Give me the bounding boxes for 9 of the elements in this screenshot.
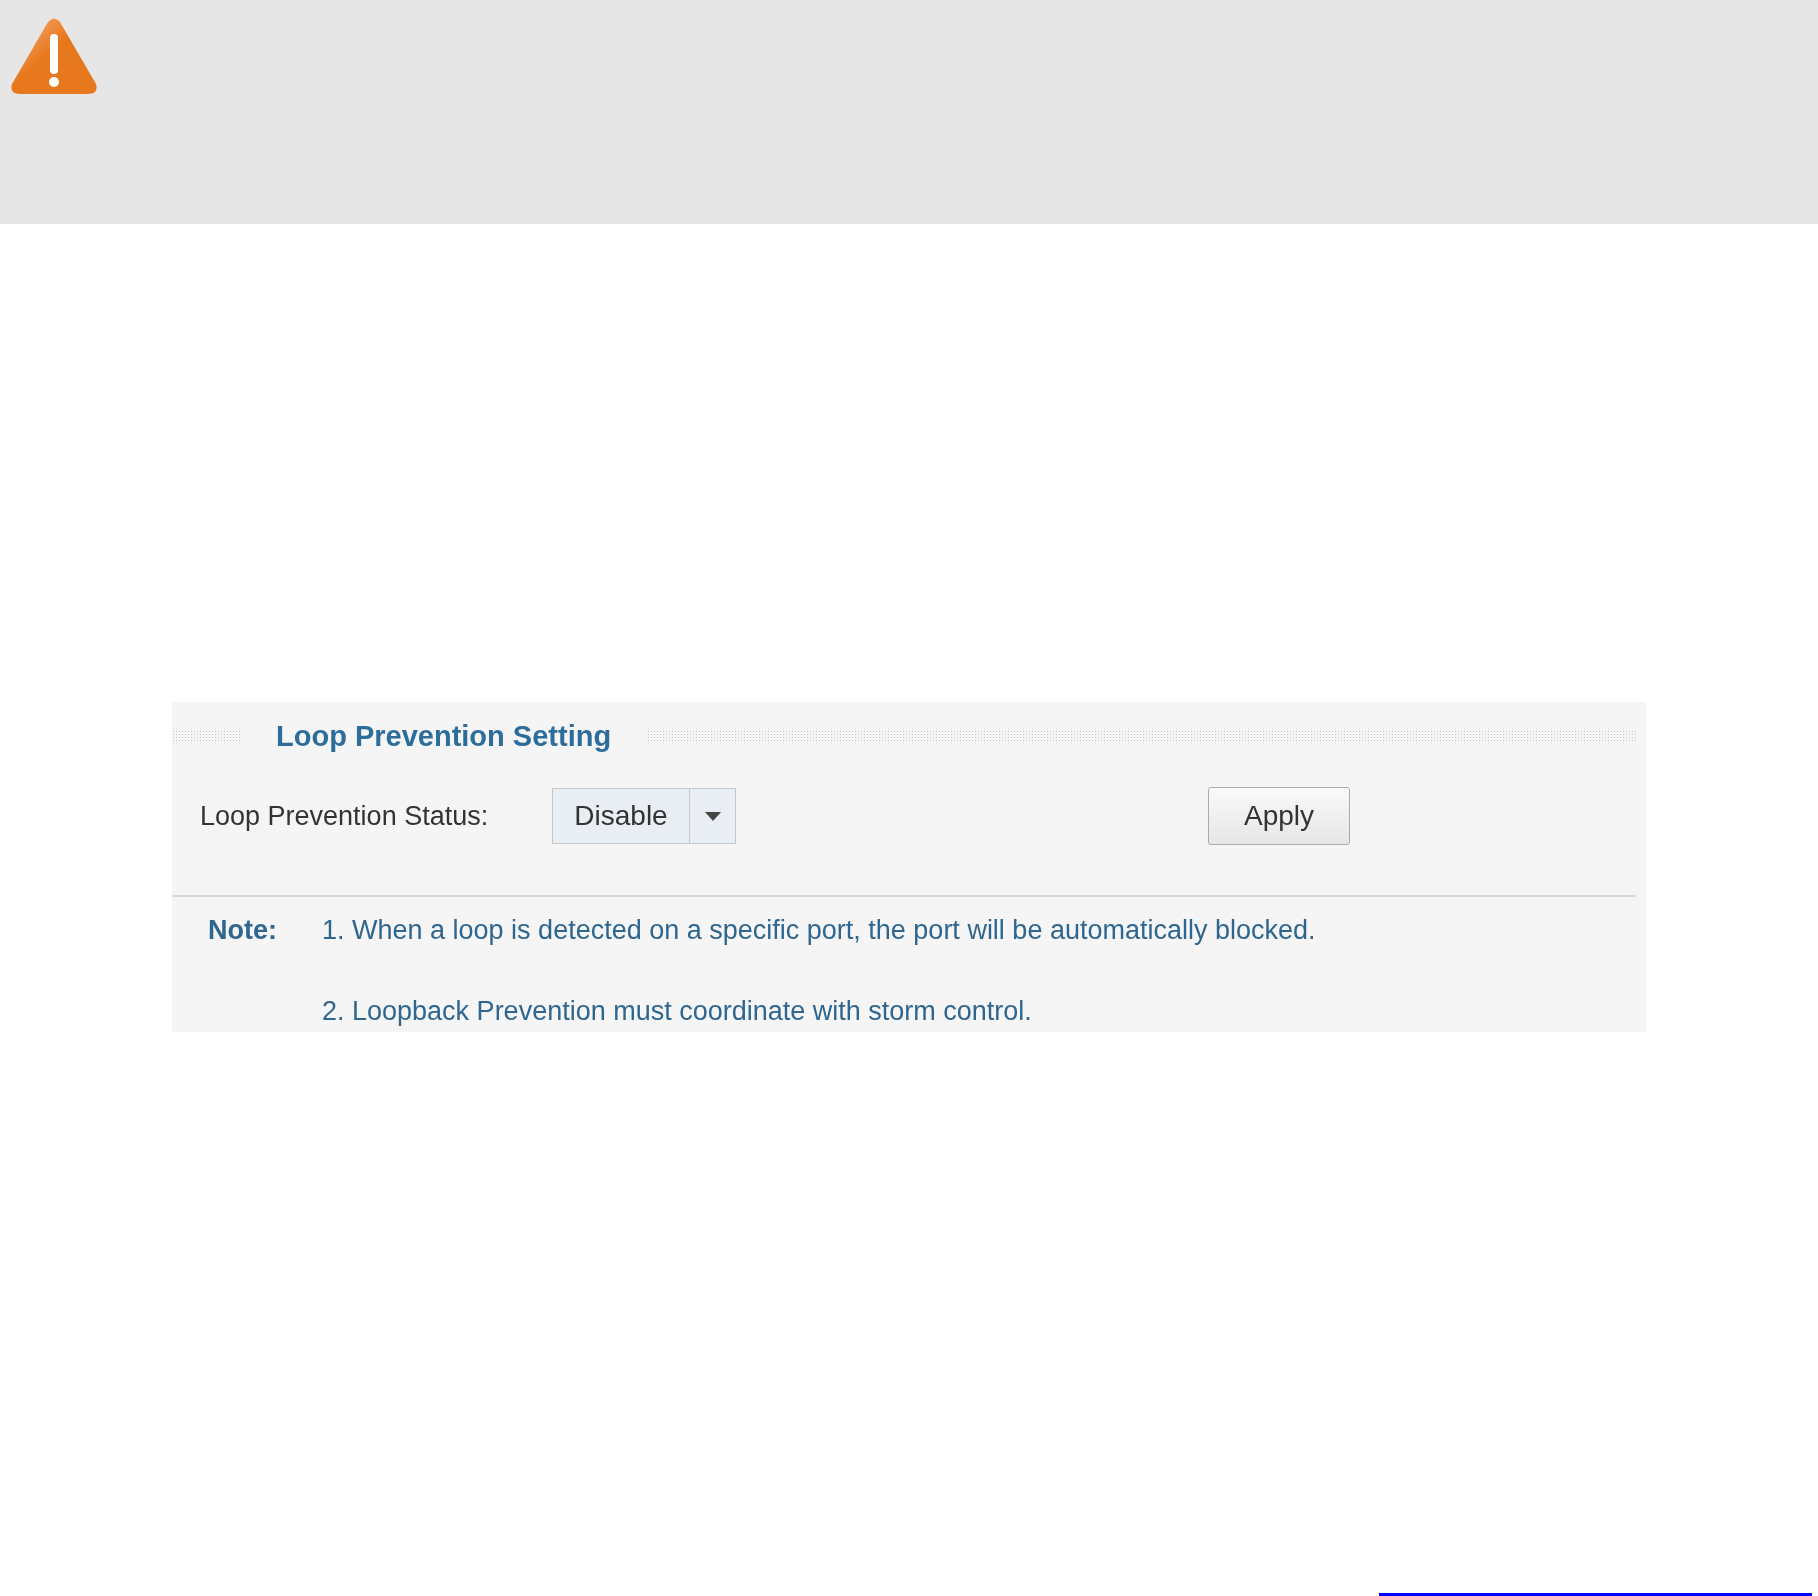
apply-button[interactable]: Apply [1208,787,1350,845]
caret-icon [704,811,721,821]
note-label: Note: [208,915,278,946]
section-title: Loop Prevention Setting [275,719,613,753]
note-text: 1. When a loop is detected on a specific port, the port will be automatically blocked. [322,915,1317,946]
warning-icon [10,18,98,96]
note-text: 2. Loopback Prevention must coordinate with storm control. [322,996,1033,1027]
status-dropdown[interactable]: Disable [552,788,736,844]
field-label: Loop Prevention Status: [200,800,490,832]
